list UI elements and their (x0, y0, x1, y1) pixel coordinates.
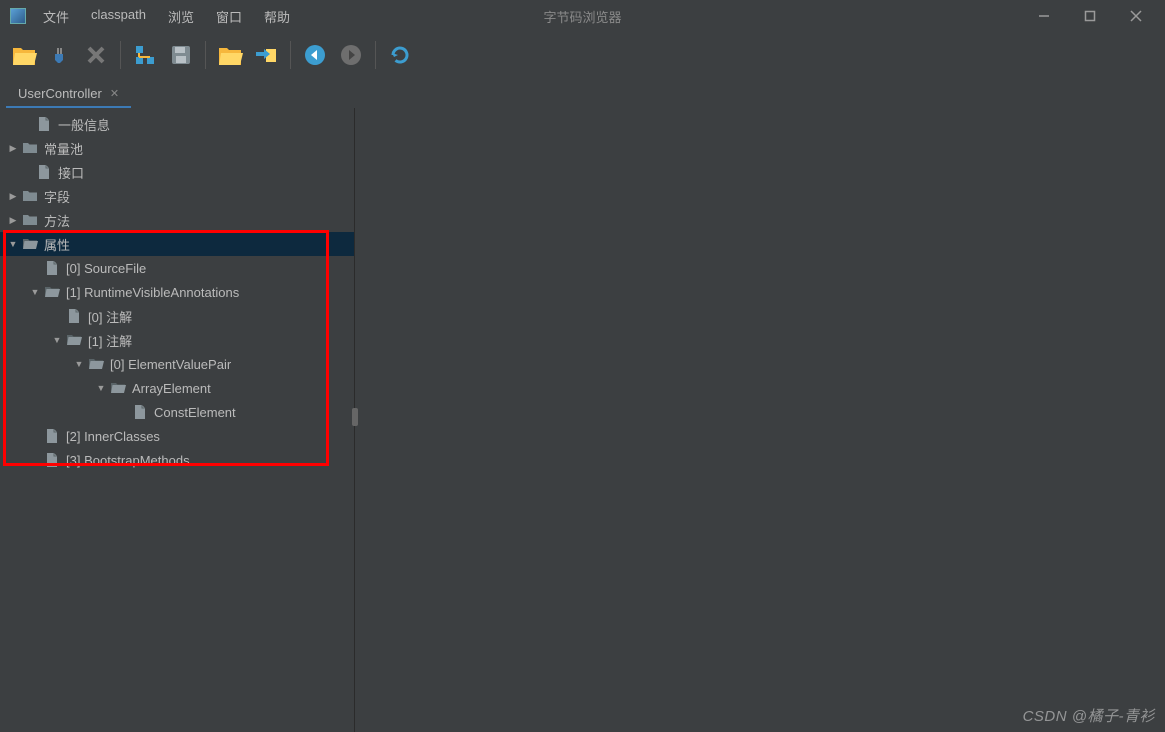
maximize-button[interactable] (1067, 0, 1113, 32)
file-icon (36, 165, 52, 179)
structure-tree: ▶ 一般信息 ▶ 常量池 ▶ 接口 ▶ 字段 (0, 108, 354, 472)
folder-open-icon (66, 333, 82, 347)
tab-bar: UserController ✕ (0, 78, 1165, 108)
title-bar: 文件 classpath 浏览 窗口 帮助 字节码浏览器 (0, 0, 1165, 32)
tree-label: [1] 注解 (88, 331, 132, 350)
minimize-button[interactable] (1021, 0, 1067, 32)
tree-node-interfaces[interactable]: ▶ 接口 (0, 160, 354, 184)
collapse-icon[interactable]: ▼ (94, 383, 108, 393)
file-icon (36, 117, 52, 131)
tree-label: 属性 (44, 235, 70, 254)
file-icon (132, 405, 148, 419)
tree-node-anno0[interactable]: ▶ [0] 注解 (0, 304, 354, 328)
menu-file[interactable]: 文件 (32, 1, 80, 32)
open-file-button[interactable] (10, 41, 38, 69)
tree-panel[interactable]: ▶ 一般信息 ▶ 常量池 ▶ 接口 ▶ 字段 (0, 108, 355, 732)
folder-icon (22, 213, 38, 227)
folder-open-icon (88, 357, 104, 371)
file-icon (44, 261, 60, 275)
tree-node-arrayelem[interactable]: ▼ ArrayElement (0, 376, 354, 400)
tree-node-bootstrap[interactable]: ▶ [3] BootstrapMethods (0, 448, 354, 472)
menu-window[interactable]: 窗口 (205, 1, 253, 32)
tab-close-icon[interactable]: ✕ (110, 87, 119, 100)
tree-label: [0] SourceFile (66, 261, 146, 276)
folder-open-icon (110, 381, 126, 395)
folder-icon (22, 141, 38, 155)
tab-label: UserController (18, 86, 102, 101)
reload-button[interactable] (386, 41, 414, 69)
tree-label: 一般信息 (58, 115, 110, 134)
tab-usercontroller[interactable]: UserController ✕ (6, 80, 131, 108)
toolbar (0, 32, 1165, 78)
window-controls (1021, 0, 1159, 32)
content-panel (355, 108, 1165, 732)
tree-node-methods[interactable]: ▶ 方法 (0, 208, 354, 232)
tree-node-rva[interactable]: ▼ [1] RuntimeVisibleAnnotations (0, 280, 354, 304)
app-icon (10, 8, 26, 24)
tree-node-evp[interactable]: ▼ [0] ElementValuePair (0, 352, 354, 376)
toolbar-divider (205, 41, 206, 69)
tree-label: 常量池 (44, 139, 83, 158)
folder-icon (22, 189, 38, 203)
menu-bar: 文件 classpath 浏览 窗口 帮助 (32, 1, 301, 32)
tree-node-innerclasses[interactable]: ▶ [2] InnerClasses (0, 424, 354, 448)
window-title: 字节码浏览器 (543, 7, 621, 26)
expand-icon[interactable]: ▶ (6, 143, 20, 154)
tree-label: [3] BootstrapMethods (66, 453, 190, 468)
menu-browse[interactable]: 浏览 (157, 1, 205, 32)
watermark: CSDN @橘子-青衫 (1023, 705, 1155, 726)
tree-label: ArrayElement (132, 381, 211, 396)
collapse-icon[interactable]: ▼ (72, 359, 86, 369)
tree-label: 字段 (44, 187, 70, 206)
tree-node-general[interactable]: ▶ 一般信息 (0, 112, 354, 136)
tree-label: [1] RuntimeVisibleAnnotations (66, 285, 239, 300)
tree-node-attributes[interactable]: ▼ 属性 (0, 232, 354, 256)
file-icon (66, 309, 82, 323)
delete-button[interactable] (82, 41, 110, 69)
plugin-button[interactable] (46, 41, 74, 69)
toolbar-divider (120, 41, 121, 69)
splitter-handle[interactable] (352, 408, 358, 426)
forward-button[interactable] (337, 41, 365, 69)
close-button[interactable] (1113, 0, 1159, 32)
export-button[interactable] (252, 41, 280, 69)
menu-classpath[interactable]: classpath (80, 1, 157, 32)
toolbar-divider (375, 41, 376, 69)
tree-label: [0] 注解 (88, 307, 132, 326)
collapse-icon[interactable]: ▼ (50, 335, 64, 345)
folder-open-icon (44, 285, 60, 299)
tree-label: [2] InnerClasses (66, 429, 160, 444)
open-folder-button[interactable] (216, 41, 244, 69)
collapse-icon[interactable]: ▼ (6, 239, 20, 249)
tree-label: 接口 (58, 163, 84, 182)
tree-node-sourcefile[interactable]: ▶ [0] SourceFile (0, 256, 354, 280)
file-icon (44, 429, 60, 443)
main-area: ▶ 一般信息 ▶ 常量池 ▶ 接口 ▶ 字段 (0, 108, 1165, 732)
tree-label: 方法 (44, 211, 70, 230)
toolbar-divider (290, 41, 291, 69)
tree-node-fields[interactable]: ▶ 字段 (0, 184, 354, 208)
file-icon (44, 453, 60, 467)
tree-button[interactable] (131, 41, 159, 69)
tree-label: [0] ElementValuePair (110, 357, 231, 372)
menu-help[interactable]: 帮助 (253, 1, 301, 32)
folder-open-icon (22, 237, 38, 251)
tree-node-constelem[interactable]: ▶ ConstElement (0, 400, 354, 424)
tree-label: ConstElement (154, 405, 236, 420)
expand-icon[interactable]: ▶ (6, 215, 20, 226)
tree-node-anno1[interactable]: ▼ [1] 注解 (0, 328, 354, 352)
back-button[interactable] (301, 41, 329, 69)
tree-node-constpool[interactable]: ▶ 常量池 (0, 136, 354, 160)
collapse-icon[interactable]: ▼ (28, 287, 42, 297)
save-button[interactable] (167, 41, 195, 69)
expand-icon[interactable]: ▶ (6, 191, 20, 202)
